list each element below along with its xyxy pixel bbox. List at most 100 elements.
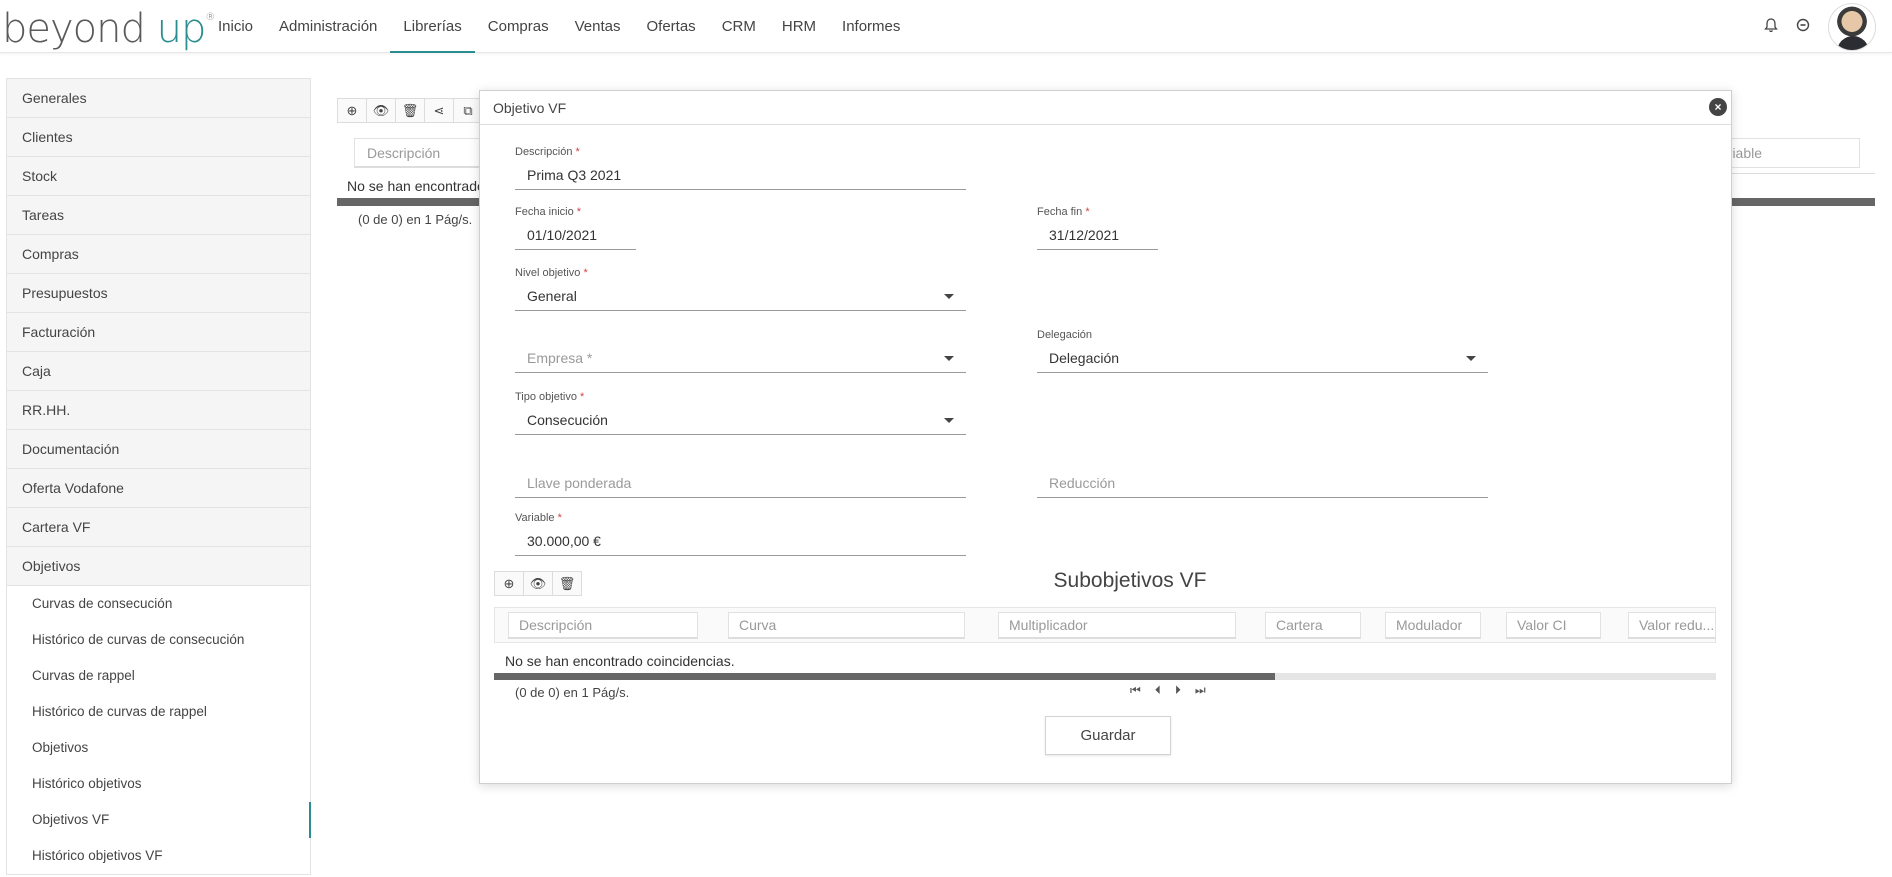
tipo-objetivo-value: Consecución	[527, 412, 608, 428]
top-icons	[1764, 0, 1876, 53]
empresa-select[interactable]: Empresa *	[515, 343, 966, 373]
eye-icon: 👁	[372, 102, 390, 118]
nivel-objetivo-field: Nivel objetivo * General	[515, 267, 966, 311]
minus-circle-icon[interactable]	[1796, 18, 1810, 35]
nav-librerias[interactable]: Librerías	[390, 0, 475, 53]
descripcion-input[interactable]: Prima Q3 2021	[515, 160, 966, 190]
nav-informes[interactable]: Informes	[829, 0, 913, 53]
sidebar-item-oferta-vodafone[interactable]: Oferta Vodafone	[7, 469, 310, 508]
descripcion-label: Descripción	[515, 146, 573, 158]
nav-ventas[interactable]: Ventas	[562, 0, 634, 53]
sidebar-item-cartera-vf[interactable]: Cartera VF	[7, 508, 310, 547]
nav-crm[interactable]: CRM	[709, 0, 769, 53]
required-mark: *	[576, 206, 582, 218]
subobjetivos-scrollbar[interactable]	[494, 673, 1716, 680]
avatar[interactable]	[1828, 2, 1876, 51]
sidebar-subitem-curvas-rappel[interactable]: Curvas de rappel	[7, 658, 310, 694]
sidebar-item-facturacion[interactable]: Facturación	[7, 313, 310, 352]
variable-input[interactable]: 30.000,00 €	[515, 526, 966, 556]
first-page-icon[interactable]: ⏮	[1130, 683, 1141, 698]
filter-descripcion[interactable]: Descripción	[508, 612, 698, 639]
sidebar-subitem-objetivos[interactable]: Objetivos	[7, 730, 310, 766]
reduccion-field: Reducción	[1037, 468, 1488, 498]
modal-title: Objetivo VF	[480, 91, 1731, 125]
next-page-icon[interactable]: ⏵	[1175, 683, 1181, 698]
sidebar-item-generales[interactable]: Generales	[7, 79, 310, 118]
variable-field: Variable * 30.000,00 €	[515, 512, 966, 556]
required-mark: *	[580, 391, 585, 403]
sidebar-subitem-historico-curvas-consecucion[interactable]: Histórico de curvas de consecución	[7, 622, 310, 658]
sidebar-item-clientes[interactable]: Clientes	[7, 118, 310, 157]
nivel-objetivo-select[interactable]: General	[515, 281, 966, 311]
subobjetivos-title: Subobjetivos VF	[1053, 569, 1207, 592]
close-icon[interactable]: ×	[1709, 98, 1727, 116]
sub-add-button[interactable]: ⊕	[494, 571, 524, 596]
background-empty-message: No se han encontrado	[347, 178, 485, 194]
sidebar-subitem-historico-curvas-rappel[interactable]: Histórico de curvas de rappel	[7, 694, 310, 730]
scrollbar-thumb[interactable]	[494, 673, 1275, 680]
filter-cartera[interactable]: Cartera	[1265, 612, 1361, 639]
fecha-inicio-label: Fecha inicio	[515, 206, 574, 218]
sidebar-subitem-historico-objetivos[interactable]: Histórico objetivos	[7, 766, 310, 802]
filter-multiplicador[interactable]: Multiplicador	[998, 612, 1236, 639]
prev-page-icon[interactable]: ⏴	[1155, 683, 1161, 698]
delegacion-label: Delegación	[1037, 329, 1093, 341]
required-mark: *	[1085, 206, 1090, 218]
nivel-objetivo-label: Nivel objetivo	[515, 267, 581, 279]
nav-ofertas[interactable]: Ofertas	[634, 0, 709, 53]
sidebar-item-tareas[interactable]: Tareas	[7, 196, 310, 235]
required-mark: *	[575, 146, 580, 158]
nav-hrm[interactable]: HRM	[769, 0, 829, 53]
sidebar-item-caja[interactable]: Caja	[7, 352, 310, 391]
llave-ponderada-input[interactable]: Llave ponderada	[515, 468, 966, 498]
sidebar-subitem-objetivos-vf[interactable]: Objetivos VF	[7, 802, 311, 838]
tipo-objetivo-select[interactable]: Consecución	[515, 405, 966, 435]
sidebar-item-documentacion[interactable]: Documentación	[7, 430, 310, 469]
plus-circle-icon: ⊕	[346, 102, 358, 118]
background-description-filter[interactable]: Descripción	[354, 138, 484, 168]
subobjetivos-toolbar: ⊕ 👁 🗑	[494, 571, 582, 596]
llave-ponderada-field: Llave ponderada	[515, 468, 966, 498]
reduccion-input[interactable]: Reducción	[1037, 468, 1488, 498]
trash-icon: 🗑	[558, 575, 576, 591]
sidebar-subitem-curvas-consecucion[interactable]: Curvas de consecución	[7, 586, 310, 622]
filter-valor-reduccion[interactable]: Valor redu...	[1628, 612, 1716, 639]
save-button[interactable]: Guardar	[1045, 716, 1171, 755]
subobjetivos-empty-message: No se han encontrado coincidencias.	[505, 653, 735, 669]
nav-administracion[interactable]: Administración	[266, 0, 390, 53]
fecha-fin-field: Fecha fin * 31/12/2021	[1037, 206, 1158, 250]
last-page-icon[interactable]: ⏭	[1195, 683, 1206, 698]
share-button[interactable]: ⋖	[424, 98, 454, 123]
filter-modulador[interactable]: Modulador	[1385, 612, 1481, 639]
sidebar-item-rrhh[interactable]: RR.HH.	[7, 391, 310, 430]
logo[interactable]: beyond up®	[2, 6, 215, 52]
main-nav: Inicio Administración Librerías Compras …	[205, 0, 913, 53]
objetivo-vf-modal: Objetivo VF × Descripción * Prima Q3 202…	[479, 90, 1732, 784]
caret-down-icon	[944, 294, 954, 299]
plus-circle-icon: ⊕	[503, 575, 515, 591]
fecha-fin-label: Fecha fin	[1037, 206, 1083, 218]
caret-down-icon	[944, 356, 954, 361]
sub-delete-button[interactable]: 🗑	[552, 571, 582, 596]
fecha-fin-input[interactable]: 31/12/2021	[1037, 220, 1158, 250]
delegacion-value: Delegación	[1049, 350, 1120, 366]
filter-valor-ci[interactable]: Valor CI	[1506, 612, 1601, 639]
bell-icon[interactable]	[1764, 17, 1778, 36]
sub-view-button[interactable]: 👁	[523, 571, 553, 596]
add-button[interactable]: ⊕	[337, 98, 367, 123]
fecha-inicio-input[interactable]: 01/10/2021	[515, 220, 636, 250]
view-button[interactable]: 👁	[366, 98, 396, 123]
tipo-objetivo-label: Tipo objetivo	[515, 391, 577, 403]
top-navbar: beyond up® Inicio Administración Librerí…	[0, 0, 1892, 53]
sidebar-item-stock[interactable]: Stock	[7, 157, 310, 196]
nav-compras[interactable]: Compras	[475, 0, 562, 53]
sidebar-subitem-historico-objetivos-vf[interactable]: Histórico objetivos VF	[7, 838, 310, 874]
delegacion-select[interactable]: Delegación	[1037, 343, 1488, 373]
sidebar-item-presupuestos[interactable]: Presupuestos	[7, 274, 310, 313]
filter-curva[interactable]: Curva	[728, 612, 965, 639]
sidebar-item-compras[interactable]: Compras	[7, 235, 310, 274]
delete-button[interactable]: 🗑	[395, 98, 425, 123]
sidebar-item-objetivos[interactable]: Objetivos	[7, 547, 310, 586]
nav-inicio[interactable]: Inicio	[205, 0, 266, 53]
background-variable-filter[interactable]: ariable	[1715, 138, 1860, 168]
